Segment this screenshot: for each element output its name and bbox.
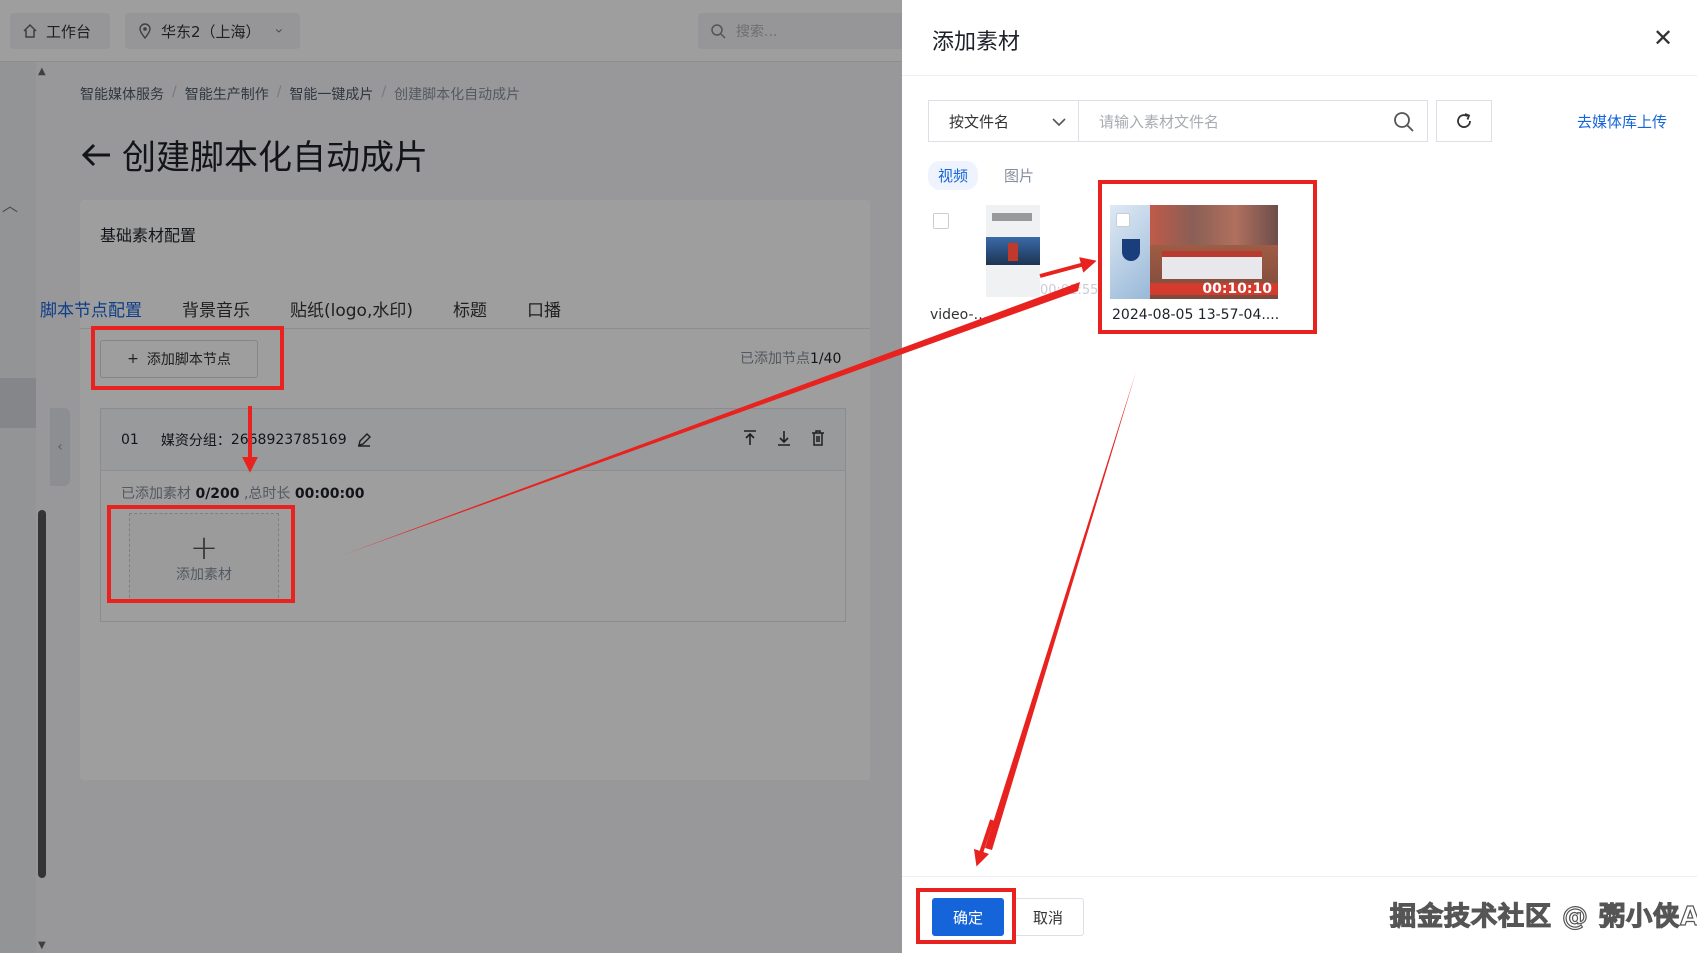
move-top-icon[interactable] [741, 429, 759, 447]
node-count: 已添加节点1/40 [740, 348, 841, 368]
media-item[interactable]: 00:01:55 video-… [928, 205, 1098, 325]
search-icon[interactable] [1393, 111, 1415, 133]
thumbnail-header [992, 213, 1032, 221]
shield-logo-icon [1122, 239, 1140, 261]
breadcrumb-separator: / [381, 84, 387, 100]
duration-prefix: ,总时长 [239, 486, 295, 502]
plus-icon: + [127, 351, 139, 367]
region-label: 华东2（上海） [161, 22, 261, 41]
media-checkbox[interactable] [1116, 213, 1130, 227]
chevron-down-icon [275, 29, 282, 33]
workbench-button[interactable]: 工作台 [10, 13, 110, 49]
breadcrumb-current: 创建脚本化自动成片 [394, 87, 521, 103]
script-node-card: 01 媒资分组： 2668923785169 已添加素材 0/200 ,总时长 … [100, 408, 846, 622]
chevron-up-icon[interactable]: ︿ [2, 192, 18, 216]
watermark: 掘金技术社区 @ 粥小侠AI [1389, 901, 1697, 932]
page-title: 创建脚本化自动成片 [122, 138, 428, 178]
upload-to-library-link[interactable]: 去媒体库上传 [1577, 111, 1667, 132]
material-info-prefix: 已添加素材 [121, 486, 196, 502]
add-material-button[interactable]: + 添加素材 [129, 513, 279, 603]
back-arrow-icon[interactable] [80, 140, 112, 170]
tab-image[interactable]: 图片 [994, 161, 1044, 190]
media-item[interactable]: 00:10:10 2024-08-05 13-57-04.... [1110, 205, 1280, 325]
thumbnail-scoreboard [1162, 251, 1262, 279]
scroll-down-arrow-icon[interactable]: ▼ [38, 940, 46, 951]
media-duration: 00:01:55 [1040, 283, 1099, 298]
refresh-icon [1457, 113, 1471, 128]
config-tabs: 脚本节点配置 背景音乐 贴纸(logo,水印) 标题 口播 [40, 296, 561, 321]
media-thumbnail[interactable]: 00:10:10 [1110, 205, 1278, 299]
confirm-button[interactable]: 确定 [932, 898, 1004, 936]
media-group-label: 媒资分组： [160, 432, 231, 449]
add-script-node-button[interactable]: + 添加脚本节点 [100, 340, 258, 378]
scrollbar-thumb[interactable] [38, 510, 46, 878]
breadcrumb: 智能媒体服务 / 智能生产制作 / 智能一键成片 / 创建脚本化自动成片 [80, 84, 520, 104]
add-material-drawer: 添加素材 ✕ 按文件名 请输入素材文件名 去媒体库上传 视频 图片 00:01:… [902, 0, 1697, 953]
media-name: 2024-08-05 13-57-04.... [1112, 307, 1280, 323]
global-search-placeholder: 搜索... [736, 24, 778, 40]
tab-video[interactable]: 视频 [928, 161, 979, 190]
region-selector[interactable]: 华东2（上海） [125, 13, 300, 49]
material-search-placeholder: 请输入素材文件名 [1099, 112, 1220, 131]
close-icon[interactable]: ✕ [1651, 26, 1675, 50]
breadcrumb-separator: / [172, 84, 177, 100]
top-bar: 工作台 华东2（上海） 搜索... [0, 0, 902, 62]
script-node-header: 01 媒资分组： 2668923785169 [101, 409, 845, 471]
vertical-scrollbar[interactable]: ▲ ▼ [37, 62, 47, 953]
cancel-button[interactable]: 取消 [1012, 898, 1084, 936]
plus-icon: + [189, 528, 219, 568]
add-material-label: 添加素材 [176, 567, 232, 583]
media-group-id: 2668923785169 [230, 431, 347, 448]
chevron-left-icon: ‹ [57, 439, 63, 455]
tab-sticker[interactable]: 贴纸(logo,水印) [290, 296, 413, 321]
sidebar-collapse-toggle[interactable]: ‹ [50, 408, 70, 486]
config-card-title: 基础素材配置 [100, 226, 197, 245]
breadcrumb-item[interactable]: 智能一键成片 [289, 84, 373, 104]
main-app: 工作台 华东2（上海） 搜索... ︿ ▲ ▼ ‹ 智能媒体服务 / 智能生产制… [0, 0, 902, 953]
refresh-button[interactable] [1436, 100, 1492, 142]
page-title-row: 创建脚本化自动成片 [80, 130, 428, 179]
node-index: 01 [121, 431, 139, 448]
footer-divider [902, 876, 1697, 877]
filter-type-value: 按文件名 [949, 112, 1010, 131]
tabs-divider [80, 328, 870, 329]
workbench-label: 工作台 [46, 22, 92, 41]
material-search-input[interactable]: 请输入素材文件名 [1078, 100, 1428, 142]
node-actions [741, 429, 827, 447]
tab-title[interactable]: 标题 [453, 296, 487, 321]
media-type-tabs: 视频 图片 [928, 161, 1044, 190]
delete-icon[interactable] [809, 429, 827, 447]
rail-active-item[interactable] [0, 378, 36, 428]
material-count: 0/200 [195, 486, 240, 502]
tab-script-node[interactable]: 脚本节点配置 [40, 296, 142, 321]
scroll-up-arrow-icon[interactable]: ▲ [38, 66, 46, 77]
media-duration: 00:10:10 [1202, 281, 1272, 297]
move-bottom-icon[interactable] [775, 429, 793, 447]
filter-type-select[interactable]: 按文件名 [928, 100, 1078, 142]
breadcrumb-item[interactable]: 智能生产制作 [185, 84, 269, 104]
media-checkbox[interactable] [933, 213, 949, 229]
total-duration: 00:00:00 [294, 486, 365, 502]
node-material-info: 已添加素材 0/200 ,总时长 00:00:00 [121, 483, 365, 503]
global-search-input[interactable]: 搜索... [698, 13, 902, 49]
tab-voiceover[interactable]: 口播 [527, 296, 561, 321]
drawer-title: 添加素材 [932, 30, 1021, 55]
thumbnail-crowd [1150, 205, 1278, 245]
thumbnail-image [986, 237, 1040, 265]
drawer-divider [902, 75, 1697, 76]
breadcrumb-separator: / [276, 84, 282, 100]
home-icon [23, 23, 37, 38]
node-count-value: 1/40 [810, 351, 842, 367]
media-name: video-… [930, 307, 988, 323]
add-script-node-label: 添加脚本节点 [146, 352, 231, 368]
edit-icon[interactable] [357, 432, 371, 447]
side-rail: ︿ [0, 62, 36, 953]
search-icon [711, 24, 726, 39]
tab-background-music[interactable]: 背景音乐 [182, 296, 250, 321]
location-pin-icon [139, 23, 151, 39]
chevron-down-icon [1052, 118, 1066, 127]
breadcrumb-item[interactable]: 智能媒体服务 [80, 84, 164, 104]
media-thumbnail[interactable] [986, 205, 1040, 297]
node-count-prefix: 已添加节点 [740, 351, 810, 367]
